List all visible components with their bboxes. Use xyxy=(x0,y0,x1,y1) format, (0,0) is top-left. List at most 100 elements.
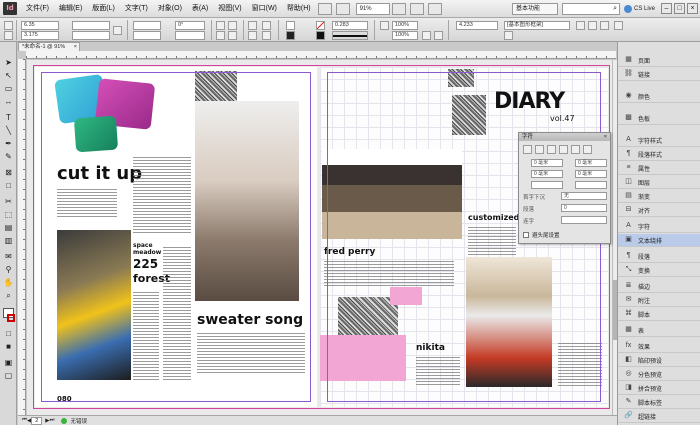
panel-transform[interactable]: ⤡ 变换 xyxy=(618,264,700,277)
align-left-icon[interactable] xyxy=(576,21,585,30)
indent-right-field[interactable]: 0 毫米 xyxy=(575,159,607,167)
gradient-feather-tool-icon[interactable]: ▥ xyxy=(3,236,14,246)
view-options-icon[interactable] xyxy=(391,2,406,15)
maximize-button[interactable]: □ xyxy=(674,3,685,14)
justify-all-para-icon[interactable] xyxy=(571,145,580,154)
menu-edit[interactable]: 编辑(E) xyxy=(54,0,87,18)
stroke-type-select[interactable] xyxy=(332,31,368,40)
x-field[interactable]: 6.35 xyxy=(21,21,59,30)
preview-mode-icon[interactable]: ▢ xyxy=(3,371,14,381)
menu-file[interactable]: 文件(F) xyxy=(21,0,54,18)
panel-notes[interactable]: ✉ 附注 xyxy=(618,294,700,307)
panel-flattener-preview[interactable]: ◨ 拼合预览 xyxy=(618,382,700,395)
align-center-icon[interactable] xyxy=(588,21,597,30)
align-spine-icon[interactable] xyxy=(583,145,592,154)
reference-point-icon[interactable] xyxy=(4,21,13,30)
page-number-field[interactable]: 2 xyxy=(31,416,43,425)
menu-help[interactable]: 帮助(H) xyxy=(282,0,316,18)
panel-pages[interactable]: ▦ 页面 xyxy=(618,54,700,67)
menu-window[interactable]: 窗口(W) xyxy=(247,0,282,18)
zoom-tool-icon[interactable]: ⌕ xyxy=(3,291,14,301)
menu-type[interactable]: 文字(T) xyxy=(120,0,153,18)
minibridge-icon[interactable] xyxy=(335,2,350,15)
paragraph-panel-title[interactable]: 字符 × xyxy=(519,133,610,141)
gap-tool-icon[interactable]: ↔ xyxy=(3,97,14,107)
width-field[interactable] xyxy=(72,21,110,30)
hand-tool-icon[interactable]: ✋ xyxy=(3,278,14,288)
type-tool-icon[interactable]: T xyxy=(3,113,14,123)
last-indent-field[interactable]: 0 毫米 xyxy=(575,170,607,178)
pencil-tool-icon[interactable]: ✎ xyxy=(3,152,14,162)
panel-hyperlinks[interactable]: 🔗 超链接 xyxy=(618,410,700,423)
menu-view[interactable]: 视图(V) xyxy=(213,0,246,18)
close-tab-icon[interactable]: × xyxy=(74,43,77,51)
menu-table[interactable]: 表(A) xyxy=(187,0,213,18)
height-field[interactable] xyxy=(72,31,110,40)
panel-align[interactable]: ⊟ 对齐 xyxy=(618,204,700,217)
opacity-field-2[interactable]: 100% xyxy=(392,31,418,40)
vertical-ruler[interactable] xyxy=(18,59,26,415)
space-after-field[interactable] xyxy=(575,181,607,189)
direct-selection-tool-icon[interactable]: ↖ xyxy=(3,71,14,81)
panel-stroke[interactable]: ≣ 描边 xyxy=(618,280,700,293)
object-style-select[interactable]: [基本图形框架] xyxy=(504,21,570,30)
pen-tool-icon[interactable]: ✒ xyxy=(3,139,14,149)
rotate-cw-icon[interactable] xyxy=(216,21,225,30)
panel-text-wrap[interactable]: ▣ 文本绕排 xyxy=(618,234,700,247)
panel-gradient[interactable]: ▤ 渐变 xyxy=(618,190,700,203)
scale-y-field[interactable] xyxy=(133,31,161,40)
shear-field[interactable] xyxy=(175,31,205,40)
gradient-tool-icon[interactable]: ▤ xyxy=(3,223,14,233)
paragraph-panel[interactable]: 字符 × 0 毫米 0 毫米 0 毫米 0 毫米 首字下沉 无 段落 0 连字 … xyxy=(518,132,611,244)
flip-vertical-icon[interactable] xyxy=(228,31,237,40)
scale-x-field[interactable] xyxy=(133,21,161,30)
spacing-select[interactable]: 0 xyxy=(561,204,607,212)
panel-character[interactable]: A 字符 xyxy=(618,220,700,233)
justify-para-icon[interactable] xyxy=(559,145,568,154)
align-right-para-icon[interactable] xyxy=(547,145,556,154)
drop-shadow-icon[interactable] xyxy=(422,31,431,40)
panel-paragraph[interactable]: ¶ 段落 xyxy=(618,250,700,263)
y-field[interactable]: 3.175 xyxy=(21,31,59,40)
panel-close-icon[interactable]: × xyxy=(604,133,607,141)
hyphenate-checkbox[interactable] xyxy=(523,232,529,238)
screen-mode-icon[interactable] xyxy=(409,2,424,15)
close-button[interactable]: × xyxy=(687,3,698,14)
panel-table[interactable]: ▦ 表 xyxy=(618,324,700,337)
stroke-swatch[interactable] xyxy=(286,31,295,40)
effects-fx-icon[interactable] xyxy=(380,21,389,30)
auto-fit-checkbox[interactable] xyxy=(504,31,513,40)
offset-field[interactable]: 4.233 xyxy=(456,21,498,30)
apply-color-icon[interactable]: ■ xyxy=(3,342,14,352)
document-tab[interactable]: *未命名-1 @ 91% × xyxy=(18,42,80,51)
indent-left-field[interactable]: 0 毫米 xyxy=(531,159,563,167)
last-page-icon[interactable]: ⏭ xyxy=(49,417,54,424)
rectangle-tool-icon[interactable]: □ xyxy=(3,181,14,191)
minimize-button[interactable]: – xyxy=(661,3,672,14)
none-swatch-icon[interactable] xyxy=(316,21,325,30)
panel-paragraph-styles[interactable]: ¶ 段落样式 xyxy=(618,148,700,161)
hyphenate-checkbox-row[interactable]: 避头尾设置 xyxy=(523,231,560,239)
menu-layout[interactable]: 版面(L) xyxy=(87,0,120,18)
note-tool-icon[interactable]: ✉ xyxy=(3,252,14,262)
normal-view-icon[interactable]: ▣ xyxy=(3,358,14,368)
text-wrap-icon[interactable] xyxy=(434,31,443,40)
panel-color[interactable]: ◉ 颜色 xyxy=(618,90,700,103)
fill-swatch[interactable] xyxy=(286,21,295,30)
panel-effects[interactable]: fx 效果 xyxy=(618,340,700,353)
dropcap-select[interactable]: 无 xyxy=(561,192,607,200)
select-container-icon[interactable] xyxy=(248,21,257,30)
free-transform-tool-icon[interactable]: ⬚ xyxy=(3,210,14,220)
cs-live[interactable]: CS Live xyxy=(623,4,655,13)
panel-separations-preview[interactable]: ◎ 分色预览 xyxy=(618,368,700,381)
select-next-icon[interactable] xyxy=(262,31,271,40)
scissors-tool-icon[interactable]: ✂ xyxy=(3,197,14,207)
horizontal-ruler[interactable] xyxy=(26,51,616,59)
panel-attributes[interactable]: ≡ 属性 xyxy=(618,162,700,175)
page-tool-icon[interactable]: ▭ xyxy=(3,84,14,94)
panel-script[interactable]: ⌘ 脚本 xyxy=(618,308,700,321)
panel-script-label[interactable]: ✎ 脚本标签 xyxy=(618,396,700,409)
hyphen-select[interactable] xyxy=(561,216,607,224)
arrange-documents-icon[interactable] xyxy=(427,2,442,15)
zoom-select[interactable]: 91% xyxy=(355,2,390,15)
